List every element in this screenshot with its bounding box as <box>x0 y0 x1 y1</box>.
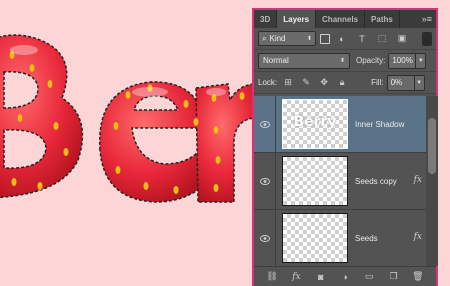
chevron-updown-icon: ⬍ <box>306 35 312 42</box>
letter-b-shape <box>0 34 84 199</box>
fill-label: Fill: <box>371 78 384 87</box>
visibility-eye-icon[interactable] <box>254 152 276 210</box>
filter-row: ⌕ Kind ⬍ ◐ T ⬚ ▣ <box>254 28 436 50</box>
opacity-dropdown-button[interactable]: ▼ <box>416 52 427 69</box>
visibility-eye-icon[interactable] <box>254 209 276 266</box>
filter-kind-select[interactable]: ⌕ Kind ⬍ <box>258 31 316 46</box>
layers-scrollbar[interactable] <box>426 96 438 266</box>
trash-icon[interactable]: 🗑︎ <box>411 270 425 284</box>
search-icon: ⌕ <box>262 33 267 43</box>
layer-name[interactable]: Inner Shadow <box>355 120 404 129</box>
fx-icon[interactable]: fx <box>414 175 422 185</box>
pixel-filter-icon[interactable] <box>320 33 330 44</box>
layer-thumbnail <box>282 213 348 263</box>
layer-name[interactable]: Seeds copy <box>355 177 397 186</box>
new-layer-icon[interactable]: ❐ <box>387 270 401 284</box>
mask-icon[interactable]: ◙ <box>314 270 328 284</box>
group-folder-icon[interactable]: ▭ <box>362 270 376 284</box>
layer-row-seeds[interactable]: Seeds fx <box>254 209 426 266</box>
lock-position-icon[interactable]: ✥ <box>317 76 331 90</box>
panel-tabs: 3D Layers Channels Paths »≡ <box>254 10 436 28</box>
type-filter-icon[interactable]: T <box>354 31 370 46</box>
visibility-eye-icon[interactable] <box>254 96 276 153</box>
link-icon[interactable]: ⛓ <box>265 270 279 284</box>
lock-all-icon[interactable]: 🔒︎ <box>335 76 349 90</box>
adjustment-filter-icon[interactable]: ◐ <box>334 31 350 46</box>
layer-thumbnail <box>282 156 348 206</box>
tab-layers[interactable]: Layers <box>277 10 317 28</box>
filter-kind-label: Kind <box>269 34 286 43</box>
fx-icon[interactable]: fx <box>289 270 303 284</box>
blend-mode-select[interactable]: Normal ⬍ <box>258 52 350 69</box>
panel-menu-icon[interactable]: »≡ <box>422 14 432 24</box>
tab-channels[interactable]: Channels <box>316 10 366 28</box>
smart-object-filter-icon[interactable]: ▣ <box>394 31 410 46</box>
tab-3d[interactable]: 3D <box>254 10 278 28</box>
filter-toggle[interactable] <box>422 31 432 46</box>
layer-name[interactable]: Seeds <box>355 234 378 243</box>
blend-row: Normal ⬍ Opacity: 100% ▼ <box>254 50 436 72</box>
opacity-label: Opacity: <box>356 56 386 65</box>
layers-panel: 3D Layers Channels Paths »≡ ⌕ Kind ⬍ ◐ T… <box>252 8 438 286</box>
lock-label: Lock: <box>258 78 278 87</box>
fill-input[interactable]: 0% <box>386 74 415 91</box>
fill-dropdown-button[interactable]: ▼ <box>414 74 425 91</box>
adjustment-icon[interactable]: ◑ <box>338 270 352 284</box>
scrollbar-thumb[interactable] <box>428 118 436 174</box>
tab-paths[interactable]: Paths <box>365 10 400 28</box>
opacity-input[interactable]: 100% <box>388 52 417 69</box>
layer-thumbnail: Berry <box>282 99 348 149</box>
thumbnail-text: Berry <box>293 114 337 130</box>
blend-mode-value: Normal <box>263 56 289 65</box>
fx-icon[interactable]: fx <box>414 232 422 242</box>
layers-list: Berry Inner Shadow Seeds copy fx Seeds f… <box>254 96 426 266</box>
lock-row: Lock: ⊞ ✎ ✥ 🔒︎ Fill: 0% ▼ <box>254 72 436 94</box>
layer-row-inner-shadow[interactable]: Berry Inner Shadow <box>254 96 426 153</box>
panel-footer: ⛓ fx ◙ ◑ ▭ ❐ 🗑︎ <box>254 266 436 286</box>
lock-transparent-pixels-icon[interactable]: ⊞ <box>281 76 295 90</box>
chevron-updown-icon: ⬍ <box>339 58 345 64</box>
shape-filter-icon[interactable]: ⬚ <box>374 31 390 46</box>
layer-row-seeds-copy[interactable]: Seeds copy fx <box>254 152 426 210</box>
letter-e-shape <box>99 81 211 203</box>
lock-image-pixels-icon[interactable]: ✎ <box>299 76 313 90</box>
